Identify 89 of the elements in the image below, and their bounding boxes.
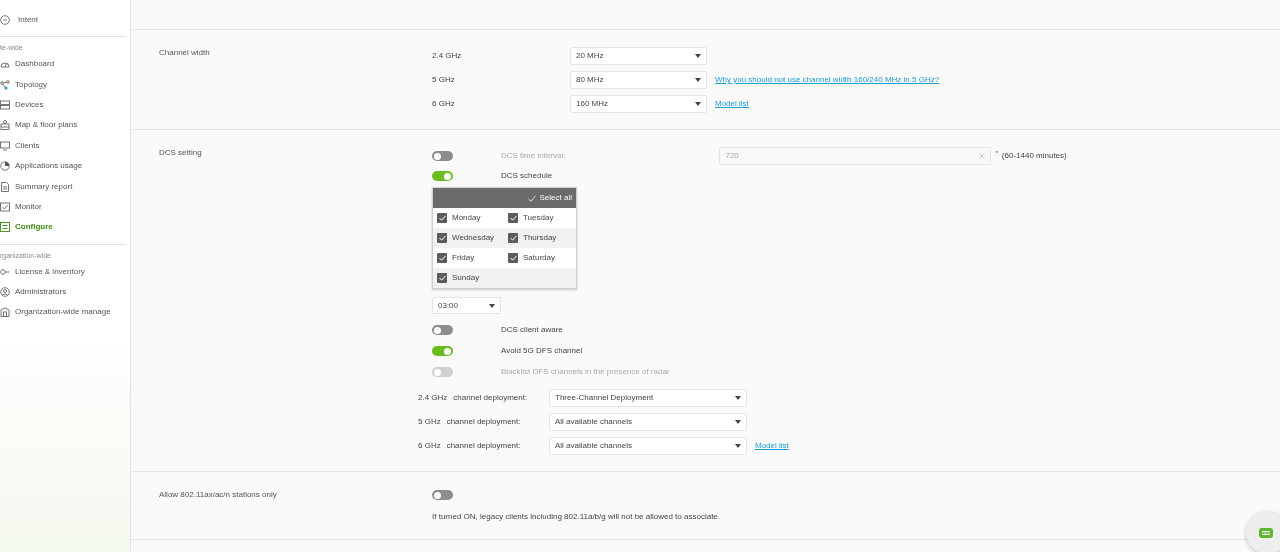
sidebar-item[interactable]: Intent <box>0 10 130 30</box>
toggle-switch[interactable] <box>432 151 453 161</box>
check-icon <box>438 275 446 281</box>
band-label: 6 GHz <box>432 98 456 110</box>
nodes-icon <box>0 79 10 90</box>
building-icon <box>0 307 10 318</box>
document-icon <box>0 181 10 192</box>
setting-label: DCS client aware <box>501 324 563 336</box>
day-label: Thursday <box>523 232 557 244</box>
caret-icon <box>695 78 701 82</box>
checkbox[interactable] <box>508 253 518 263</box>
pie-chart-icon <box>0 161 10 172</box>
caret-icon <box>735 396 741 400</box>
monitor-icon <box>0 140 10 151</box>
checkbox[interactable] <box>437 273 447 283</box>
deployment-label: channel deployment: <box>453 392 528 404</box>
key-icon <box>0 266 10 277</box>
band-label: 5 GHz <box>418 416 441 428</box>
band-label: 2.4 GHz <box>432 50 463 62</box>
sidebar-item[interactable]: Topology <box>0 74 130 95</box>
day-label: Sunday <box>452 272 480 284</box>
check-icon <box>438 215 446 221</box>
sidebar-item[interactable]: Applications usage <box>0 155 130 177</box>
deployment-label: channel deployment: <box>446 440 521 452</box>
section-label: DCS setting <box>159 147 203 159</box>
band-label: 5 GHz <box>432 74 456 86</box>
deployment-select[interactable]: All available channels <box>549 437 747 455</box>
checkbox[interactable] <box>437 253 447 263</box>
clear-icon <box>979 153 986 159</box>
deployment-select[interactable]: Three-Channel Deployment <box>549 389 747 407</box>
day-label: Tuesday <box>523 212 554 224</box>
check-icon <box>509 255 517 261</box>
width-select[interactable]: 160 MHz <box>570 95 707 113</box>
toggle-switch[interactable] <box>432 325 453 335</box>
width-select[interactable]: 20 MHz <box>570 47 707 65</box>
server-icon <box>0 99 10 110</box>
sidebar-item[interactable]: Administrators <box>0 281 130 303</box>
person-icon <box>0 287 10 298</box>
caret-icon <box>695 54 701 58</box>
caret-icon <box>735 444 741 448</box>
check-icon <box>438 235 446 241</box>
setting-label: Avoid 5G DFS channel <box>501 345 583 357</box>
day-label: Monday <box>452 212 481 224</box>
sidebar-item[interactable]: Configure <box>0 217 130 238</box>
sidebar-item[interactable]: Clients <box>0 135 130 156</box>
sidebar-item[interactable]: Monitor <box>0 196 130 218</box>
day-label: Wednesday <box>452 232 495 244</box>
checkbox-icon <box>0 201 10 212</box>
caret-icon <box>735 420 741 424</box>
sidebar-item[interactable]: Map & floor plans <box>0 115 130 136</box>
time-select[interactable]: 03:00 <box>432 297 501 314</box>
checkbox[interactable] <box>508 213 518 223</box>
chat-icon <box>1259 528 1273 538</box>
toggle-switch[interactable] <box>432 490 453 500</box>
check-icon <box>509 215 517 221</box>
setting-label: Blacklist DFS channels in the presence of radar <box>501 366 670 378</box>
setting-label: DCS time interval: <box>501 150 566 162</box>
check-icon <box>527 194 536 202</box>
toggle-switch[interactable] <box>432 346 453 356</box>
sidebar-item[interactable]: Devices <box>0 94 130 116</box>
hint-text: (60-1440 minutes) <box>1001 150 1067 162</box>
note-text: If turned ON, legacy clients including 802.11a/b/g will not be allowed to associate. <box>432 511 721 523</box>
chat-button[interactable] <box>1246 512 1280 552</box>
caret-icon <box>489 303 495 308</box>
caret-icon <box>695 102 701 106</box>
deployment-label: channel deployment: <box>446 416 521 428</box>
day-label: Friday <box>452 252 475 264</box>
floor-plan-icon <box>0 120 10 131</box>
dial-icon <box>0 15 10 25</box>
sidebar-item[interactable]: Summary report <box>0 176 130 197</box>
sidebar-item[interactable]: Organization-wide manage <box>0 302 130 323</box>
select-all-button[interactable]: Select all <box>539 192 572 204</box>
width-select[interactable]: 80 MHz <box>570 71 707 89</box>
setting-label: DCS schedule <box>501 170 553 182</box>
checkbox[interactable] <box>437 213 447 223</box>
section-label: Channel width <box>159 47 211 59</box>
check-icon <box>509 235 517 241</box>
checkbox[interactable] <box>437 233 447 243</box>
section-label: Allow 802.11ax/ac/n stations only <box>159 489 278 501</box>
band-label: 6 GHz <box>418 440 441 452</box>
band-label: 2.4 GHz <box>418 392 448 404</box>
day-label: Saturday <box>523 252 556 264</box>
deployment-select[interactable]: All available channels <box>549 413 747 431</box>
sidebar-item[interactable]: License & inventory <box>0 261 130 282</box>
check-icon <box>438 255 446 261</box>
checkbox[interactable] <box>508 233 518 243</box>
toggle-switch[interactable] <box>432 171 453 181</box>
sidebar-item[interactable]: Dashboard <box>0 54 130 75</box>
gauge-icon <box>0 59 10 70</box>
